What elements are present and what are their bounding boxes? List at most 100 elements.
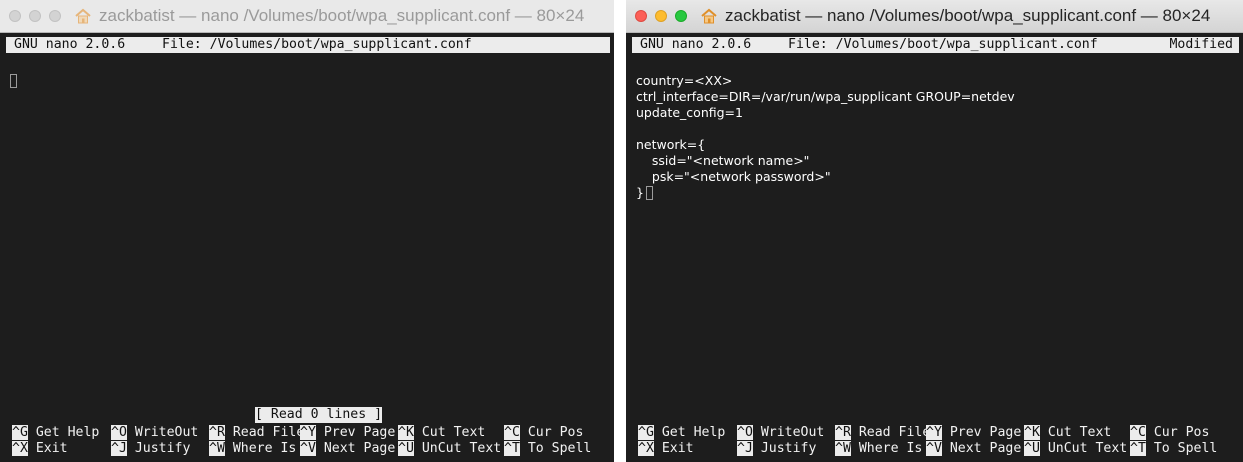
- shortcut-key: ^X: [638, 441, 654, 456]
- shortcut-writeout[interactable]: ^O WriteOut: [111, 425, 198, 441]
- zoom-button[interactable]: [49, 10, 61, 22]
- close-button[interactable]: [635, 10, 647, 22]
- shortcut-key: ^U: [1024, 441, 1040, 456]
- file-line: ctrl_interface=DIR=/var/run/wpa_supplica…: [636, 89, 1015, 104]
- shortcut-key: ^J: [737, 441, 753, 456]
- file-line: psk="<network password>": [636, 169, 831, 184]
- shortcut-label: Cut Text: [1047, 425, 1112, 440]
- shortcut-label: Next Page: [949, 441, 1022, 456]
- traffic-lights: [635, 10, 687, 22]
- file-line: [636, 121, 1015, 137]
- shortcut-label: Where Is: [232, 441, 297, 456]
- terminal-content[interactable]: GNU nano 2.0.6 File: /Volumes/boot/wpa_s…: [0, 33, 614, 462]
- file-line: update_config=1: [636, 105, 743, 120]
- shortcut-label: Exit: [35, 441, 68, 456]
- shortcut-prev-page[interactable]: ^Y Prev Page: [300, 425, 395, 441]
- minimize-button[interactable]: [29, 10, 41, 22]
- home-icon: [699, 7, 719, 25]
- traffic-lights: [9, 10, 61, 22]
- shortcut-key: ^K: [398, 425, 414, 440]
- shortcut-label: To Spell: [1153, 441, 1218, 456]
- shortcut-prev-page[interactable]: ^Y Prev Page: [926, 425, 1021, 441]
- shortcut-exit[interactable]: ^X Exit: [12, 441, 68, 457]
- close-button[interactable]: [9, 10, 21, 22]
- window-titlebar[interactable]: zackbatist — nano /Volumes/boot/wpa_supp…: [0, 0, 614, 33]
- nano-file-name: File: /Volumes/boot/wpa_supplicant.conf: [788, 37, 1098, 52]
- shortcut-to-spell[interactable]: ^T To Spell: [1130, 441, 1217, 457]
- shortcut-key: ^R: [835, 425, 851, 440]
- zoom-button[interactable]: [675, 10, 687, 22]
- shortcut-key: ^Y: [300, 425, 316, 440]
- file-line-text: }: [636, 185, 644, 200]
- shortcut-key: ^U: [398, 441, 414, 456]
- shortcut-uncut-text[interactable]: ^U UnCut Text: [1024, 441, 1127, 457]
- file-line: country=<XX>: [636, 73, 733, 88]
- shortcut-label: Exit: [661, 441, 694, 456]
- shortcut-label: UnCut Text: [421, 441, 502, 456]
- shortcut-label: WriteOut: [134, 425, 199, 440]
- shortcut-key: ^O: [111, 425, 127, 440]
- shortcut-justify[interactable]: ^J Justify: [111, 441, 190, 457]
- shortcut-where-is[interactable]: ^W Where Is: [209, 441, 296, 457]
- shortcut-label: To Spell: [527, 441, 592, 456]
- home-icon: [73, 7, 93, 25]
- text-cursor: [10, 74, 17, 88]
- file-line: }: [636, 185, 653, 201]
- shortcut-key: ^G: [638, 425, 654, 440]
- shortcut-writeout[interactable]: ^O WriteOut: [737, 425, 824, 441]
- terminal-window-left[interactable]: zackbatist — nano /Volumes/boot/wpa_supp…: [0, 0, 614, 462]
- shortcut-key: ^C: [1130, 425, 1146, 440]
- terminal-content[interactable]: GNU nano 2.0.6 File: /Volumes/boot/wpa_s…: [626, 33, 1243, 462]
- shortcut-key: ^O: [737, 425, 753, 440]
- shortcut-label: Read File: [858, 425, 931, 440]
- shortcut-label: Justify: [760, 441, 817, 456]
- shortcut-where-is[interactable]: ^W Where Is: [835, 441, 922, 457]
- shortcut-label: Justify: [134, 441, 191, 456]
- shortcut-key: ^J: [111, 441, 127, 456]
- shortcut-label: Where Is: [858, 441, 923, 456]
- shortcut-cur-pos[interactable]: ^C Cur Pos: [504, 425, 583, 441]
- shortcut-exit[interactable]: ^X Exit: [638, 441, 694, 457]
- shortcut-justify[interactable]: ^J Justify: [737, 441, 816, 457]
- shortcut-read-file[interactable]: ^R Read File: [835, 425, 930, 441]
- shortcut-label: WriteOut: [760, 425, 825, 440]
- shortcut-label: Next Page: [323, 441, 396, 456]
- shortcut-to-spell[interactable]: ^T To Spell: [504, 441, 591, 457]
- shortcut-key: ^T: [1130, 441, 1146, 456]
- shortcut-label: Cut Text: [421, 425, 486, 440]
- shortcut-key: ^V: [300, 441, 316, 456]
- shortcut-label: Cur Pos: [1153, 425, 1210, 440]
- text-cursor: [646, 186, 653, 200]
- shortcut-key: ^G: [12, 425, 28, 440]
- shortcut-label: Prev Page: [949, 425, 1022, 440]
- shortcut-read-file[interactable]: ^R Read File: [209, 425, 304, 441]
- minimize-button[interactable]: [655, 10, 667, 22]
- shortcut-label: Read File: [232, 425, 305, 440]
- shortcut-cur-pos[interactable]: ^C Cur Pos: [1130, 425, 1209, 441]
- shortcut-cut-text[interactable]: ^K Cut Text: [398, 425, 485, 441]
- nano-header-bar: GNU nano 2.0.6 File: /Volumes/boot/wpa_s…: [632, 37, 1239, 53]
- shortcut-next-page[interactable]: ^V Next Page: [926, 441, 1021, 457]
- shortcut-cut-text[interactable]: ^K Cut Text: [1024, 425, 1111, 441]
- shortcut-key: ^R: [209, 425, 225, 440]
- shortcut-label: Get Help: [35, 425, 100, 440]
- terminal-window-right[interactable]: zackbatist — nano /Volumes/boot/wpa_supp…: [626, 0, 1243, 462]
- shortcut-get-help[interactable]: ^G Get Help: [638, 425, 725, 441]
- file-line: ssid="<network name>": [636, 153, 810, 168]
- shortcut-key: ^K: [1024, 425, 1040, 440]
- shortcut-key: ^X: [12, 441, 28, 456]
- nano-modified-flag: Modified: [1169, 37, 1233, 52]
- file-content[interactable]: country=<XX> ctrl_interface=DIR=/var/run/…: [636, 73, 1015, 201]
- file-line: network={: [636, 137, 706, 152]
- window-titlebar[interactable]: zackbatist — nano /Volumes/boot/wpa_supp…: [626, 0, 1243, 33]
- nano-file-name: File: /Volumes/boot/wpa_supplicant.conf: [162, 37, 472, 52]
- shortcut-label: Cur Pos: [527, 425, 584, 440]
- shortcut-label: Prev Page: [323, 425, 396, 440]
- shortcut-get-help[interactable]: ^G Get Help: [12, 425, 99, 441]
- shortcut-next-page[interactable]: ^V Next Page: [300, 441, 395, 457]
- shortcut-key: ^C: [504, 425, 520, 440]
- nano-version: GNU nano 2.0.6: [640, 37, 752, 52]
- shortcut-uncut-text[interactable]: ^U UnCut Text: [398, 441, 501, 457]
- shortcut-key: ^V: [926, 441, 942, 456]
- shortcut-label: Get Help: [661, 425, 726, 440]
